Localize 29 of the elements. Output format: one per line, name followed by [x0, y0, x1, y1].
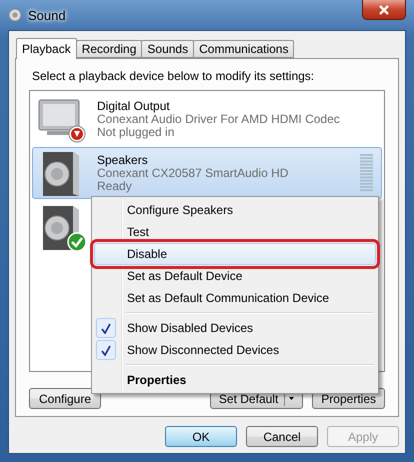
tab[interactable]: Sounds	[141, 40, 194, 58]
button[interactable]: OK	[165, 426, 237, 447]
menu-item[interactable]: Set as Default Communication Device	[94, 287, 376, 309]
device-item[interactable]: Digital Output Conexant Audio Driver For AMD HDMI Codec Not plugged in	[32, 93, 382, 145]
button[interactable]: Cancel	[246, 426, 318, 447]
tab[interactable]: Playback	[16, 38, 77, 59]
device-item[interactable]: Speakers Conexant CX20587 SmartAudio HD Ready	[32, 147, 382, 199]
menu-item[interactable]: Configure Speakers	[94, 199, 376, 221]
device-status: Ready	[97, 180, 133, 192]
device-name: Digital Output	[97, 100, 171, 112]
instruction-text: Select a playback device below to modify its settings:	[32, 69, 316, 85]
button[interactable]: Configure	[29, 388, 101, 409]
menu-item[interactable]: Test	[94, 221, 376, 243]
level-meter-icon	[360, 154, 373, 192]
close-icon	[378, 4, 390, 14]
speaker-icon	[8, 8, 22, 22]
tab[interactable]: Recording	[76, 40, 142, 58]
device-driver: Conexant CX20587 SmartAudio HD	[97, 166, 288, 180]
menu-item[interactable]: Set as Default Device	[94, 265, 376, 287]
window-title: Sound	[28, 8, 66, 22]
device-status: Not plugged in	[97, 126, 176, 138]
caret-icon	[289, 397, 294, 400]
tab[interactable]: Communications	[193, 40, 294, 58]
device-driver: Conexant Audio Driver For AMD HDMI Codec	[97, 112, 340, 126]
menu-item[interactable]: Properties	[94, 369, 376, 391]
close-button[interactable]	[362, 0, 406, 20]
menu-item[interactable]: Show Disconnected Devices	[94, 339, 376, 361]
device-name: Speakers	[97, 154, 149, 166]
menu-item[interactable]: Show Disabled Devices	[94, 317, 376, 339]
